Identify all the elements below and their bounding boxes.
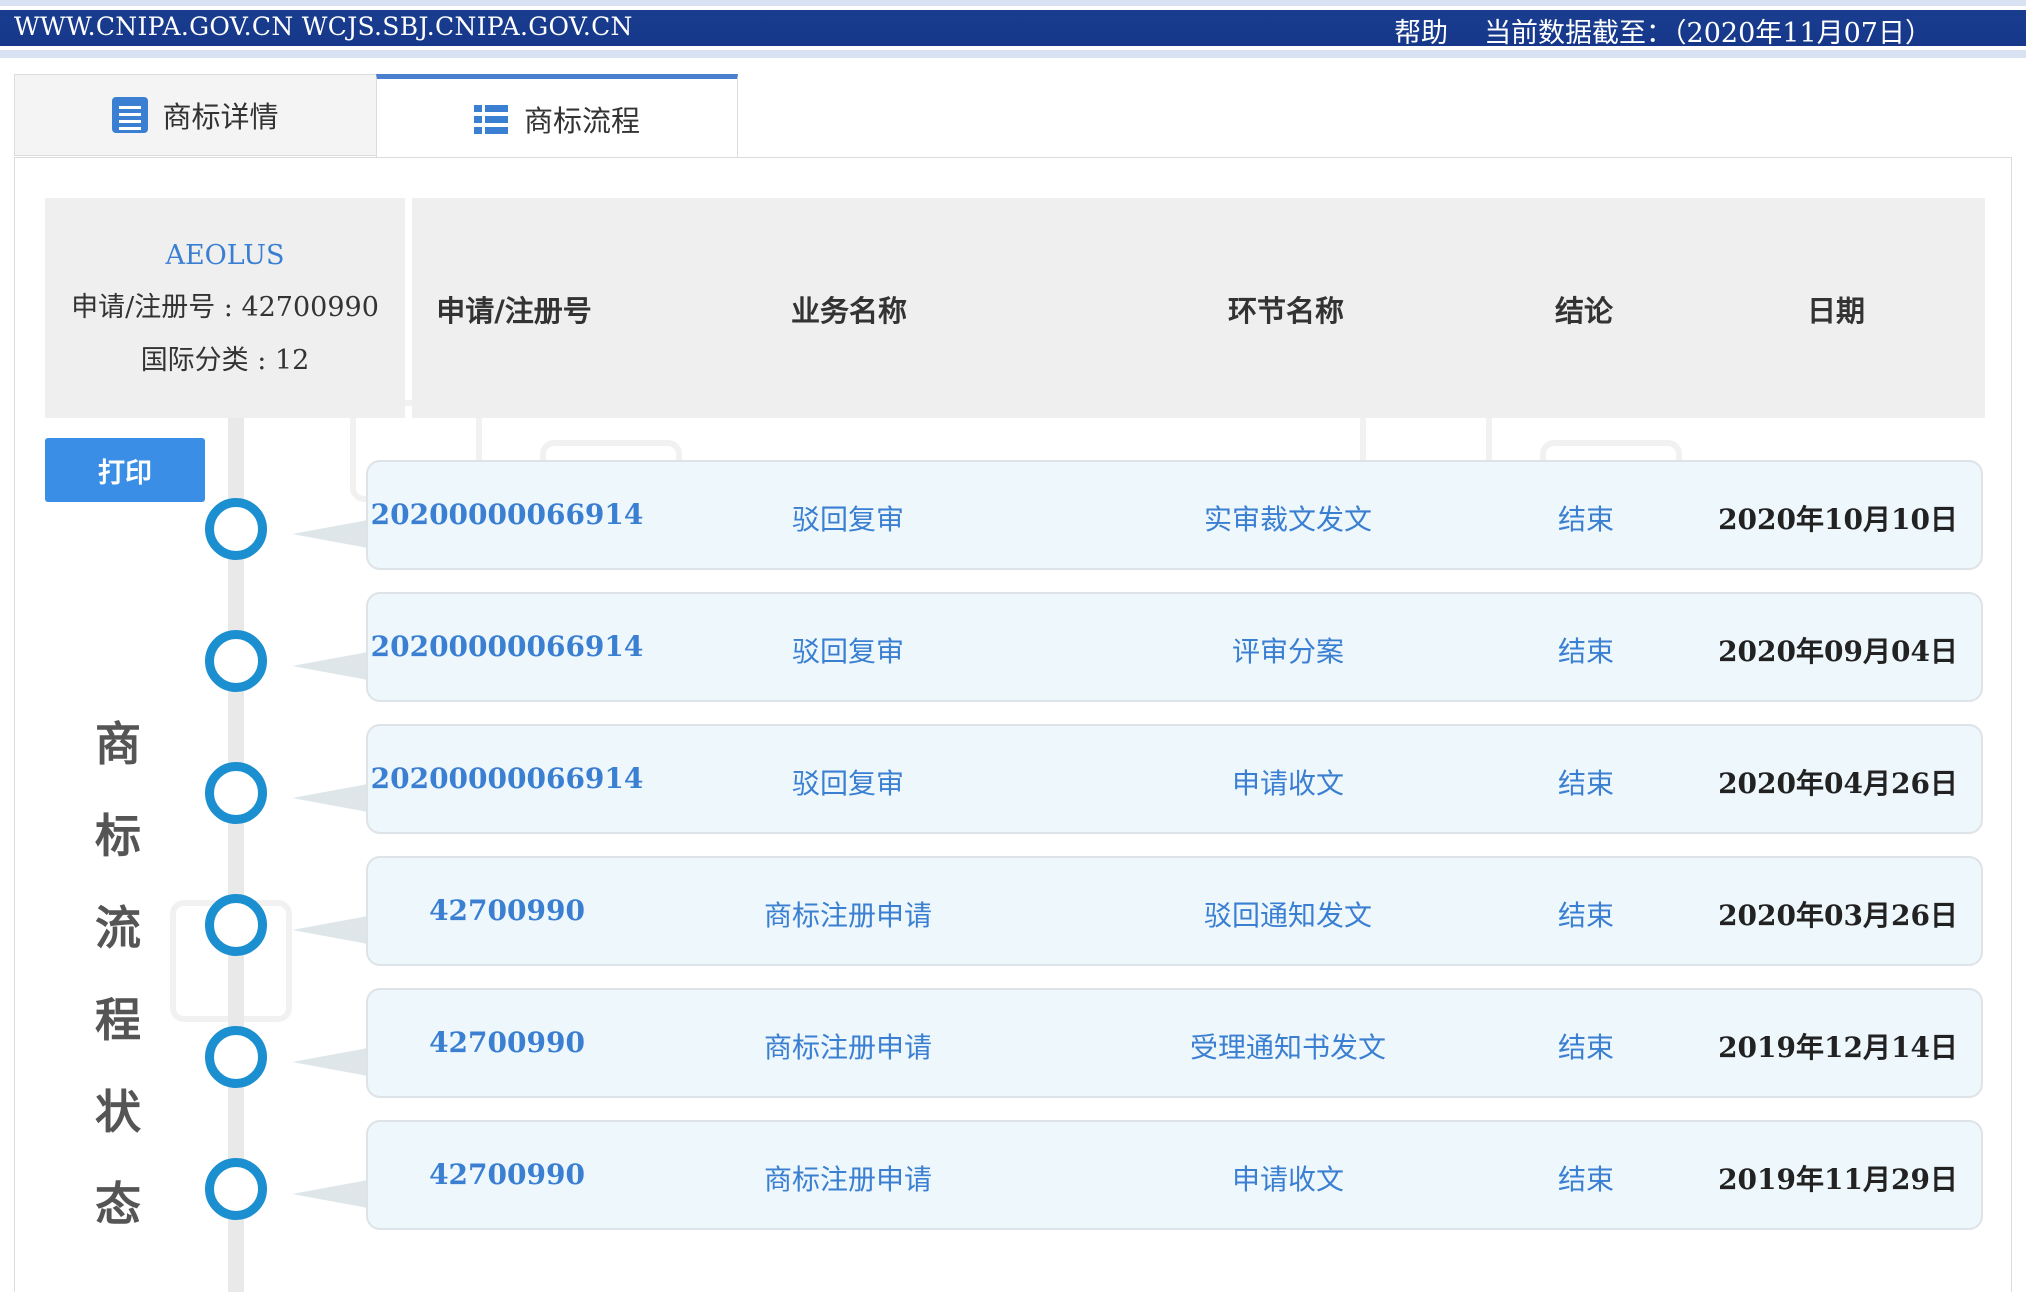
- row-reg-no[interactable]: 20200000066914: [371, 630, 644, 663]
- row-reg-no[interactable]: 42700990: [429, 1026, 585, 1059]
- site-urls: WWW.CNIPA.GOV.CN WCJS.SBJ.CNIPA.GOV.CN: [14, 12, 633, 41]
- timeline-node-icon: [205, 1158, 267, 1220]
- card-pointer: [292, 520, 368, 548]
- tab-trademark-process[interactable]: 商标流程: [376, 74, 738, 158]
- process-card: 42700990 商标注册申请 申请收文 结束 2019年11月29日: [366, 1120, 1983, 1230]
- row-stage[interactable]: 实审裁文发文: [1204, 498, 1372, 538]
- header-date: 日期: [1806, 294, 1866, 328]
- row-business[interactable]: 驳回复审: [792, 762, 904, 802]
- row-date: 2020年04月26日: [1718, 767, 1958, 800]
- header-reg-no: 申请/注册号: [436, 294, 592, 328]
- row-result[interactable]: 结束: [1558, 498, 1614, 538]
- row-reg-no[interactable]: 20200000066914: [371, 498, 644, 531]
- card-pointer: [292, 1180, 368, 1208]
- trademark-name: AEOLUS: [165, 239, 285, 271]
- help-link[interactable]: 帮助: [1394, 11, 1448, 50]
- process-card: 42700990 商标注册申请 驳回通知发文 结束 2020年03月26日: [366, 856, 1983, 966]
- row-date: 2020年03月26日: [1718, 899, 1958, 932]
- header-stage: 环节名称: [1227, 294, 1345, 328]
- trademark-info-box: AEOLUS 申请/注册号 : 42700990 国际分类 : 12: [45, 198, 405, 418]
- timeline-node-icon: [205, 762, 267, 824]
- process-card: 20200000066914 驳回复审 评审分案 结束 2020年09月04日: [366, 592, 1983, 702]
- card-pointer: [292, 916, 368, 944]
- row-stage[interactable]: 申请收文: [1232, 1158, 1344, 1198]
- row-reg-no[interactable]: 42700990: [429, 1158, 585, 1191]
- row-reg-no[interactable]: 42700990: [429, 894, 585, 927]
- top-bar: WWW.CNIPA.GOV.CN WCJS.SBJ.CNIPA.GOV.CN 帮…: [0, 0, 2026, 58]
- card-pointer: [292, 652, 368, 680]
- row-stage[interactable]: 评审分案: [1232, 630, 1344, 670]
- list-icon: [473, 101, 510, 137]
- card-pointer: [292, 784, 368, 812]
- row-date: 2020年10月10日: [1718, 503, 1958, 536]
- process-card: 42700990 商标注册申请 受理通知书发文 结束 2019年12月14日: [366, 988, 1983, 1098]
- timeline-node-icon: [205, 498, 267, 560]
- row-date: 2019年12月14日: [1718, 1031, 1958, 1064]
- tab-label: 商标流程: [523, 103, 640, 138]
- row-result[interactable]: 结束: [1558, 894, 1614, 934]
- row-stage[interactable]: 受理通知书发文: [1190, 1026, 1386, 1066]
- timeline-node-icon: [205, 1026, 267, 1088]
- row-date: 2020年09月04日: [1718, 635, 1958, 668]
- timeline-row: 42700990 商标注册申请 申请收文 结束 2019年11月29日: [0, 1120, 2026, 1270]
- row-business[interactable]: 商标注册申请: [764, 1026, 932, 1066]
- row-business[interactable]: 商标注册申请: [764, 1158, 932, 1198]
- row-business[interactable]: 驳回复审: [792, 498, 904, 538]
- timeline-node-icon: [205, 630, 267, 692]
- row-date: 2019年11月29日: [1718, 1163, 1958, 1196]
- header-result: 结论: [1554, 294, 1614, 328]
- international-class: 国际分类 : 12: [140, 344, 310, 376]
- timeline-node-icon: [205, 894, 267, 956]
- row-result[interactable]: 结束: [1558, 1158, 1614, 1198]
- row-result[interactable]: 结束: [1558, 630, 1614, 670]
- process-card: 20200000066914 驳回复审 实审裁文发文 结束 2020年10月10…: [366, 460, 1983, 570]
- table-header: 申请/注册号 业务名称 环节名称 结论 日期: [412, 198, 1985, 418]
- data-cutoff-text: 当前数据截至：（2020年11月07日）: [1484, 18, 1932, 49]
- row-stage[interactable]: 申请收文: [1232, 762, 1344, 802]
- document-list-icon: [112, 97, 149, 133]
- card-pointer: [292, 1048, 368, 1076]
- row-result[interactable]: 结束: [1558, 1026, 1614, 1066]
- print-button[interactable]: 打印: [45, 438, 205, 502]
- row-result[interactable]: 结束: [1558, 762, 1614, 802]
- row-business[interactable]: 驳回复审: [792, 630, 904, 670]
- tab-trademark-details[interactable]: 商标详情: [14, 74, 376, 156]
- process-card: 20200000066914 驳回复审 申请收文 结束 2020年04月26日: [366, 724, 1983, 834]
- row-business[interactable]: 商标注册申请: [764, 894, 932, 934]
- registration-number: 申请/注册号 : 42700990: [71, 291, 379, 323]
- top-bar-right: 帮助 当前数据截至：（2020年11月07日）: [1394, 11, 1932, 50]
- header-business: 业务名称: [790, 294, 908, 328]
- row-reg-no[interactable]: 20200000066914: [371, 762, 644, 795]
- tab-label: 商标详情: [162, 100, 279, 134]
- row-stage[interactable]: 驳回通知发文: [1204, 894, 1372, 934]
